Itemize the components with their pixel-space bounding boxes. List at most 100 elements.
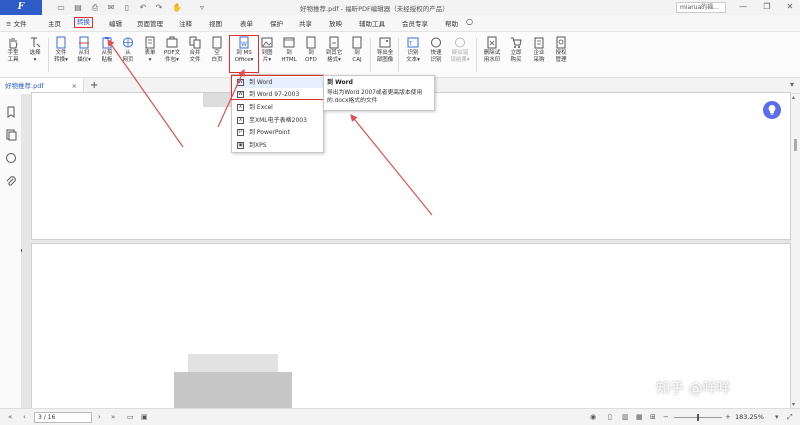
to-caj-button[interactable]: 到 CAJ — [345, 36, 369, 76]
to-xml-spreadsheet-item[interactable]: X 至XML电子表格2003 — [235, 115, 323, 126]
email-icon[interactable]: ✉ — [106, 3, 116, 12]
blank-page-button[interactable]: 空 白页 — [205, 36, 229, 76]
menu-convert[interactable]: 转换 — [74, 17, 93, 28]
menu-member[interactable]: 会员专享 — [402, 18, 428, 28]
redo-icon[interactable]: ↷ — [154, 3, 164, 12]
from-webpage-label: 从 网页 — [122, 50, 134, 63]
ai-assistant-bulb-icon[interactable] — [763, 101, 781, 119]
html-icon — [283, 36, 295, 49]
remove-trial-watermark-button[interactable]: 删除试 用水印 — [480, 36, 504, 76]
from-webpage-button[interactable]: 从 网页 — [116, 36, 140, 76]
bookmark-icon[interactable] — [5, 106, 17, 118]
page-number-input[interactable]: 3 / 16 — [34, 412, 92, 423]
to-other-formats-button[interactable]: 到其它 格式▾ — [322, 36, 346, 76]
restore-button[interactable]: ❐ — [762, 2, 772, 12]
form-label: 表单 ▾ — [144, 50, 156, 63]
fit-width-icon[interactable]: ⊞ — [650, 412, 656, 422]
excel-icon: X — [237, 117, 244, 124]
prev-page-button[interactable]: ‹ — [23, 412, 26, 422]
hand-dropdown-icon[interactable]: ✋ — [172, 3, 182, 12]
buy-now-button[interactable]: 立即 购买 — [504, 36, 528, 76]
zoom-dropdown-icon[interactable]: ▾ — [775, 412, 779, 422]
single-page-icon[interactable]: ▯ — [608, 412, 612, 422]
menu-comment[interactable]: 注释 — [179, 18, 192, 28]
menu-help[interactable]: 帮助 — [445, 18, 458, 28]
title-bar: F ▭ ▤ ⎙ ✉ ▯ ↶ ↷ ✋ ▿ 好物推荐.pdf - 福昕PDF编辑器（… — [0, 0, 800, 15]
last-page-button[interactable]: » — [111, 412, 115, 422]
from-scanner-button[interactable]: 从扫 描仪▾ — [72, 36, 96, 76]
to-powerpoint-item[interactable]: P 到 PowerPoint — [235, 127, 323, 138]
merge-icon — [189, 36, 201, 49]
file-convert-button[interactable]: 文件 转换▾ — [49, 36, 73, 76]
hand-tool-button[interactable]: 手型 工具 — [1, 36, 25, 76]
file-convert-label: 文件 转换▾ — [54, 50, 68, 63]
ribbon-separator — [476, 38, 477, 72]
vertical-scrollbar[interactable]: ▴ ▾ — [791, 94, 800, 408]
search-icon[interactable]: ○ — [466, 17, 473, 26]
customize-icon[interactable]: ▿ — [197, 3, 207, 12]
pages-thumbnail-icon[interactable] — [5, 129, 17, 141]
to-html-button[interactable]: 到 HTML — [277, 36, 301, 76]
menu-protect[interactable]: 保护 — [270, 18, 283, 28]
continuous-page-icon[interactable]: ▥ — [622, 412, 629, 422]
scroll-down-icon[interactable]: ▾ — [792, 401, 795, 408]
close-button[interactable]: ✕ — [785, 2, 795, 12]
to-ofd-button[interactable]: 到 OFD — [299, 36, 323, 76]
app-logo: F — [0, 0, 42, 15]
eye-view-icon[interactable]: ◉ — [590, 412, 596, 422]
menu-page-manage[interactable]: 页面管理 — [137, 18, 163, 28]
ribbon-separator — [370, 38, 371, 72]
tooltip-description: 导出为Word 2007或者更高版本使用的.docx格式的文件 — [327, 90, 423, 104]
fit-page-icon[interactable]: ▣ — [141, 412, 148, 422]
quick-recognize-button[interactable]: 快速 识别 — [424, 36, 448, 76]
page-icon[interactable]: ▯ — [122, 3, 132, 12]
menu-form[interactable]: 表单 — [240, 18, 253, 28]
suspect-results-button[interactable]: 疑似错 误结果▾ — [448, 36, 472, 76]
zoom-in-button[interactable]: + — [725, 412, 731, 422]
recognize-text-button[interactable]: T 识别 文本▾ — [401, 36, 425, 76]
zoom-out-button[interactable]: − — [663, 412, 669, 422]
attachment-icon[interactable] — [5, 176, 17, 188]
comments-icon[interactable] — [5, 152, 17, 164]
blank-page-label: 空 白页 — [211, 50, 223, 63]
two-page-view-icon[interactable]: ▭ — [127, 412, 134, 422]
minimize-button[interactable]: — — [738, 2, 748, 12]
first-page-button[interactable]: « — [8, 412, 12, 422]
enterprise-purchase-button[interactable]: 企业 采购 — [527, 36, 551, 76]
pdf-portfolio-button[interactable]: PDF文 件包▾ — [160, 36, 184, 76]
to-xps-item[interactable]: ▣ 到XPS — [235, 140, 323, 151]
zoom-slider-handle[interactable] — [697, 414, 699, 421]
menu-share[interactable]: 共享 — [299, 18, 312, 28]
scroll-thumb[interactable] — [794, 139, 797, 151]
facing-page-icon[interactable]: ▦ — [636, 412, 643, 422]
license-management-button[interactable]: 授权 管理 — [549, 36, 573, 76]
menu-file[interactable]: ≡ 文件 — [6, 18, 27, 28]
undo-icon[interactable]: ↶ — [138, 3, 148, 12]
select-button[interactable]: 选择 ▾ — [23, 36, 47, 76]
document-tab-label: 好物推荐.pdf — [5, 82, 44, 90]
save-icon[interactable]: ▤ — [73, 3, 83, 12]
menu-view[interactable]: 视图 — [209, 18, 222, 28]
open-icon[interactable]: ▭ — [56, 3, 66, 12]
scroll-up-icon[interactable]: ▴ — [792, 94, 795, 101]
menu-home[interactable]: 主页 — [48, 18, 61, 28]
menu-slideshow[interactable]: 放映 — [329, 18, 342, 28]
caj-icon — [351, 36, 363, 49]
menu-edit[interactable]: 编辑 — [109, 18, 122, 28]
fullscreen-icon[interactable]: ⤢ — [787, 412, 793, 422]
text-select-icon — [29, 36, 41, 49]
to-excel-item[interactable]: X 到 Excel — [235, 102, 323, 113]
merge-files-button[interactable]: 合并 文件 — [183, 36, 207, 76]
next-page-button[interactable]: › — [98, 412, 101, 422]
from-scanner-label: 从扫 描仪▾ — [77, 50, 91, 63]
form-button[interactable]: 表单 ▾ — [138, 36, 162, 76]
zoom-level[interactable]: 183.25% — [735, 413, 764, 421]
tab-list-icon[interactable]: ▾ — [790, 80, 794, 89]
print-icon[interactable]: ⎙ — [90, 3, 100, 12]
cart-icon — [510, 36, 522, 49]
add-tab-button[interactable]: + — [90, 78, 98, 93]
export-all-images-button[interactable]: 导出全 部图像 — [373, 36, 397, 76]
menu-assist-tools[interactable]: 辅助工具 — [359, 18, 385, 28]
hand-icon — [7, 36, 19, 49]
user-account[interactable]: miarua的福... — [676, 2, 726, 13]
